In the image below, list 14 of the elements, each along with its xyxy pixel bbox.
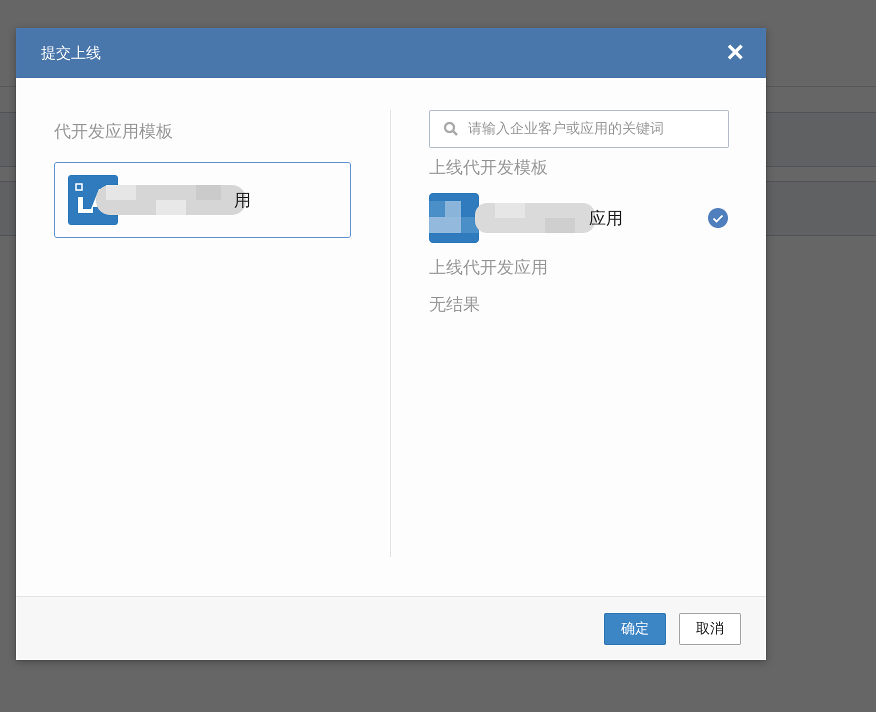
section-heading: 代开发应用模板	[54, 121, 174, 143]
cancel-button[interactable]: 取消	[679, 612, 741, 644]
empty-message: 无结果	[429, 294, 481, 316]
app-icon	[429, 193, 479, 243]
app-name: 应用	[589, 208, 623, 230]
template-card[interactable]: 用	[54, 162, 351, 238]
app-name: 用	[234, 190, 251, 212]
close-button[interactable]: ×	[726, 41, 744, 65]
search-field[interactable]: 请输入企业客户或应用的关键词	[429, 110, 729, 148]
confirm-button[interactable]: 确定	[604, 612, 666, 644]
section-heading: 上线代开发模板	[429, 157, 549, 179]
dialog-title: 提交上线	[41, 44, 101, 62]
app-item[interactable]: 应用	[429, 193, 729, 243]
section-heading: 上线代开发应用	[429, 257, 549, 279]
